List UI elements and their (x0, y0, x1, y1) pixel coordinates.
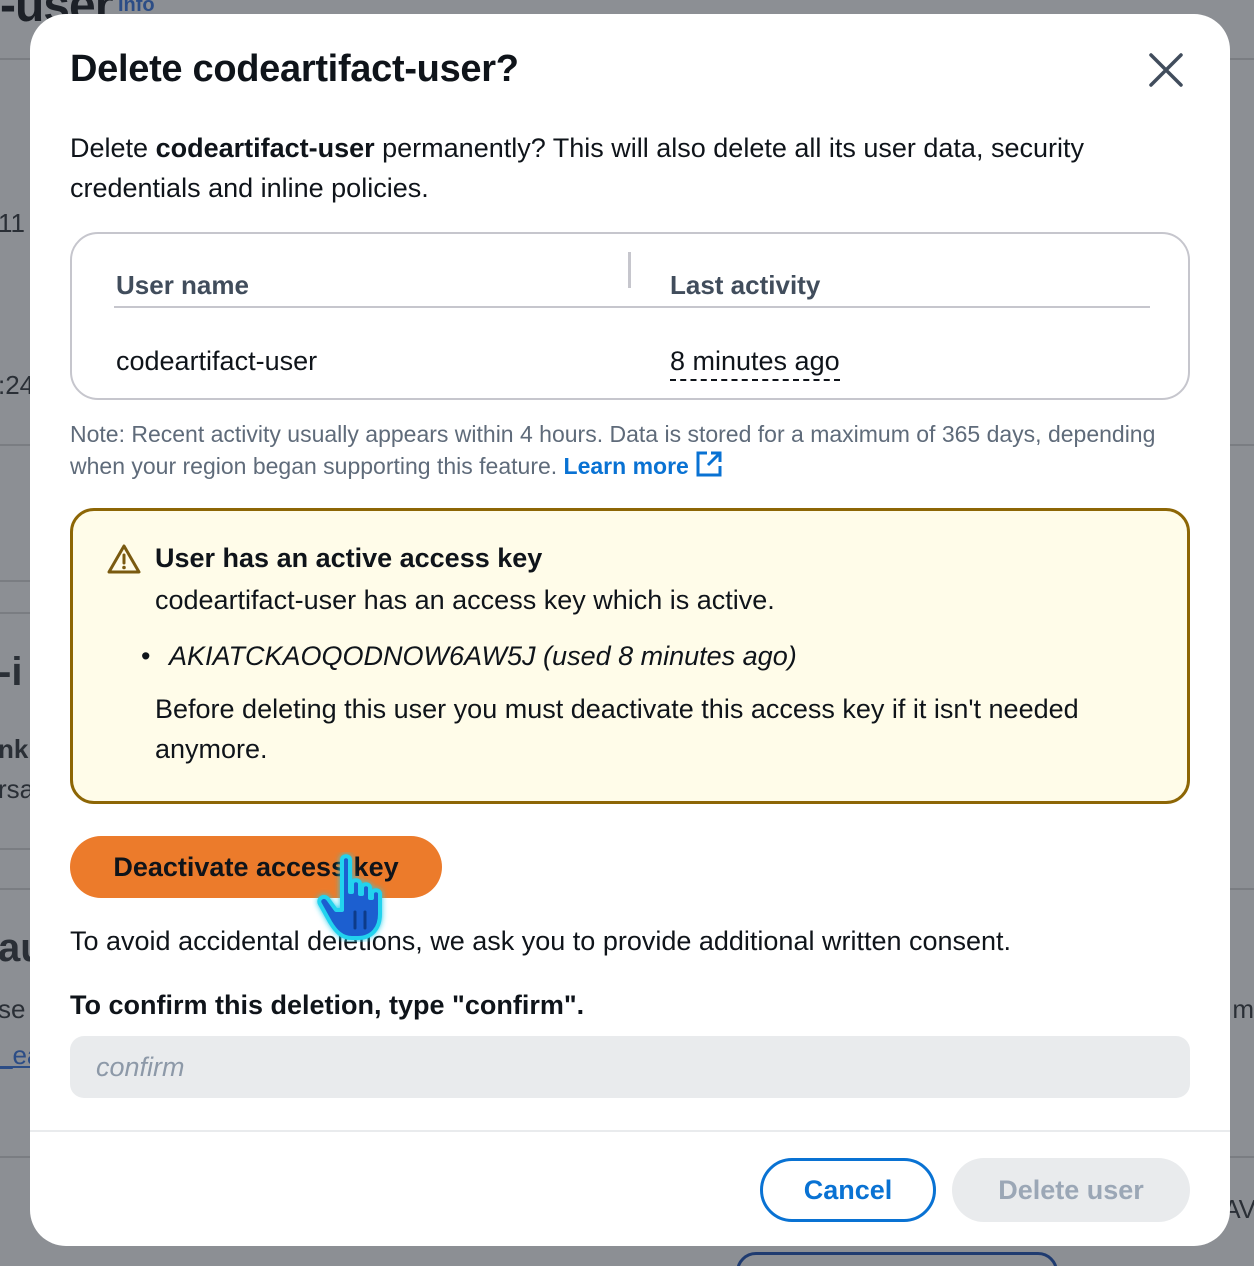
background-divider (1228, 1156, 1254, 1158)
warning-title: User has an active access key (155, 543, 543, 573)
background-fragment: 11 (0, 208, 25, 238)
learn-more-label: Learn more (563, 453, 689, 479)
cancel-button[interactable]: Cancel (760, 1158, 936, 1222)
table-header-divider (114, 306, 1150, 308)
background-divider (0, 444, 32, 446)
background-divider (1228, 888, 1254, 890)
activity-note: Note: Recent activity usually appears wi… (70, 418, 1180, 482)
confirm-input[interactable] (70, 1036, 1190, 1098)
background-fragment: rsa (0, 774, 35, 804)
confirm-label: To confirm this deletion, type "confirm"… (70, 990, 585, 1020)
dialog-title: Delete codeartifact-user? (70, 48, 519, 90)
external-link-icon (696, 451, 722, 477)
warning-icon (107, 544, 141, 574)
background-divider (0, 580, 32, 582)
warning-instruction: Before deleting this user you must deact… (155, 694, 1079, 764)
cell-user-name: codeartifact-user (116, 346, 318, 376)
description-user-name: codeartifact-user (155, 133, 375, 163)
description-prefix: Delete (70, 133, 156, 163)
close-button[interactable] (1146, 50, 1186, 90)
background-divider (0, 848, 32, 850)
column-header-user-name: User name (116, 270, 249, 300)
delete-user-dialog: Delete codeartifact-user? Delete codeart… (30, 14, 1230, 1246)
background-divider (1228, 444, 1254, 446)
background-divider (0, 888, 32, 890)
user-table: User name Last activity codeartifact-use… (70, 232, 1190, 400)
background-fragment: -i (0, 650, 23, 694)
consent-text: To avoid accidental deletions, we ask yo… (70, 926, 1012, 956)
dialog-description: Delete codeartifact-user permanently? Th… (70, 128, 1180, 208)
column-header-last-activity: Last activity (670, 270, 821, 300)
column-separator (628, 252, 631, 288)
learn-more-link[interactable]: Learn more (563, 451, 723, 479)
background-fragment: m (1232, 994, 1254, 1024)
warning-text: codeartifact-user has an access key whic… (155, 585, 775, 615)
footer-divider (30, 1130, 1230, 1132)
close-icon (1149, 53, 1183, 87)
background-divider (0, 58, 32, 60)
background-fragment: se (0, 994, 26, 1024)
cell-last-activity[interactable]: 8 minutes ago (670, 346, 840, 381)
background-fragment: nk (0, 734, 29, 764)
background-button (736, 1252, 1058, 1266)
background-divider (0, 612, 32, 614)
access-key-item: AKIATCKAOQODNOW6AW5J (used 8 minutes ago… (141, 641, 797, 672)
background-divider (0, 1156, 32, 1158)
delete-user-button[interactable]: Delete user (952, 1158, 1190, 1222)
warning-alert: User has an active access key codeartifa… (70, 508, 1190, 804)
hand-cursor-icon (317, 854, 382, 940)
background-divider (1228, 58, 1254, 60)
